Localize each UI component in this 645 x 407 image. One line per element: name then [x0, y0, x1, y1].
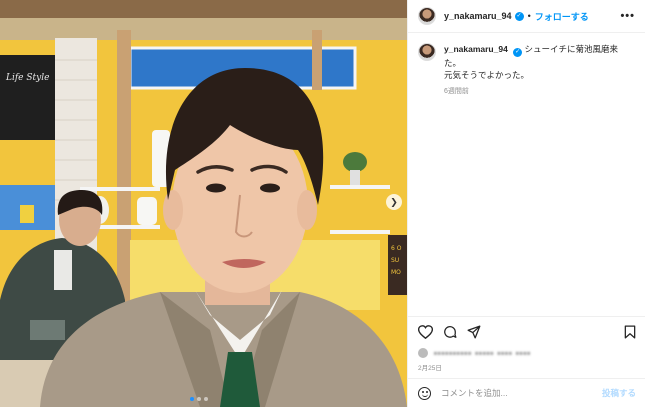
carousel-indicator: [190, 397, 208, 401]
caption-text: y_nakamaru_94 ✓ シューイチに菊池風磨来た。 元気そうでよかった。…: [444, 43, 635, 98]
time-ago: 6週間前: [444, 88, 469, 95]
svg-text:Life Style: Life Style: [5, 73, 49, 83]
more-options-icon[interactable]: •••: [620, 10, 635, 22]
post-side-panel: y_nakamaru_94 ✓ • フォローする ••• y_nakamaru_…: [407, 0, 645, 407]
caption: y_nakamaru_94 ✓ シューイチに菊池風磨来た。 元気そうでよかった。…: [408, 33, 645, 98]
verified-badge-icon: ✓: [513, 48, 523, 57]
svg-text:MO: MO: [391, 269, 401, 276]
likes-summary[interactable]: •••••••••• ••••• •••• ••••: [418, 348, 531, 358]
post-photo[interactable]: Life Style 6 O SU MO ❯: [0, 0, 407, 407]
post-date[interactable]: 2月25日: [418, 362, 442, 372]
comment-input[interactable]: コメントを追加...: [441, 387, 508, 399]
carousel-dot-active: [190, 397, 194, 401]
post-header: y_nakamaru_94 ✓ • フォローする •••: [408, 0, 645, 33]
svg-text:SU: SU: [391, 257, 399, 264]
likes-text: •••••••••• ••••• •••• ••••: [434, 348, 532, 358]
caption-line-2: 元気そうでよかった。: [444, 70, 530, 80]
carousel-dot: [204, 397, 208, 401]
share-icon[interactable]: [467, 325, 481, 339]
comment-icon[interactable]: [443, 325, 457, 339]
bookmark-icon[interactable]: [624, 325, 636, 339]
comment-bar: コメントを追加... 投稿する: [408, 378, 645, 407]
verified-badge-icon: ✓: [514, 11, 524, 21]
chevron-right-icon[interactable]: ❯: [386, 194, 402, 210]
liker-avatar: [418, 348, 428, 358]
follow-button[interactable]: フォローする: [535, 10, 589, 23]
carousel-dot: [197, 397, 201, 401]
username-link[interactable]: y_nakamaru_94: [444, 11, 512, 21]
selfie-image: Life Style 6 O SU MO: [0, 0, 407, 407]
post-comment-button[interactable]: 投稿する: [602, 387, 636, 399]
caption-username[interactable]: y_nakamaru_94: [444, 44, 508, 54]
svg-text:6 O: 6 O: [391, 245, 402, 252]
action-bar: [408, 316, 645, 346]
caption-avatar[interactable]: [418, 43, 436, 61]
heart-icon[interactable]: [418, 324, 433, 339]
emoji-icon[interactable]: [418, 386, 431, 400]
avatar[interactable]: [418, 7, 436, 25]
separator-dot: •: [527, 11, 531, 21]
